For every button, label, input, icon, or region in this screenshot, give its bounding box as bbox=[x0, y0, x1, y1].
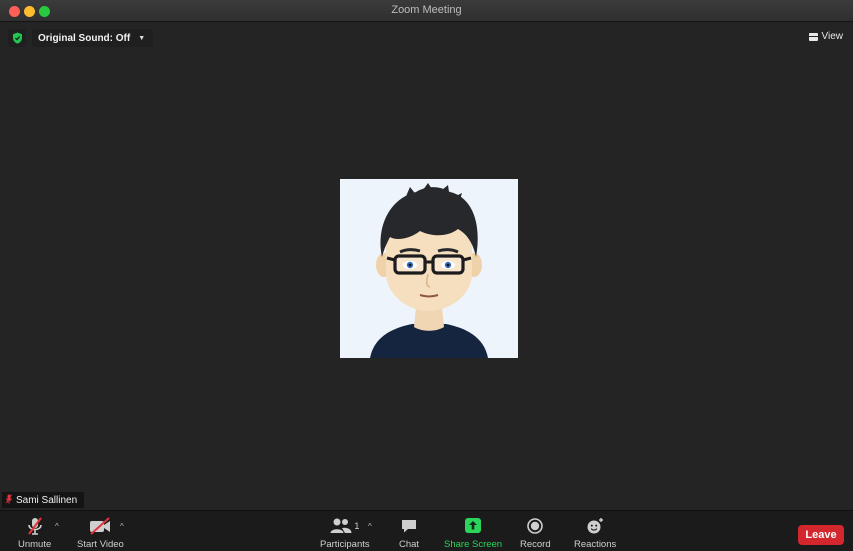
original-sound-label: Original Sound: Off bbox=[38, 32, 131, 44]
zoom-window: Zoom Meeting Original Sound: Off ▼ View bbox=[0, 0, 853, 551]
people-icon: 1 bbox=[330, 516, 359, 536]
original-sound-menu[interactable]: Original Sound: Off ▼ bbox=[32, 29, 154, 47]
share-screen-button[interactable]: Share Screen bbox=[444, 516, 502, 550]
participant-name: Sami Sallinen bbox=[16, 494, 78, 506]
participant-avatar bbox=[340, 179, 518, 358]
chevron-up-icon: ^ bbox=[120, 522, 124, 531]
record-button[interactable]: Record bbox=[520, 516, 551, 550]
chevron-down-icon: ▼ bbox=[138, 34, 146, 42]
emoji-plus-icon bbox=[585, 516, 605, 536]
shield-check-icon[interactable] bbox=[8, 29, 26, 47]
share-screen-arrow-icon bbox=[463, 516, 483, 536]
leave-button[interactable]: Leave bbox=[798, 525, 844, 545]
reactions-label: Reactions bbox=[574, 539, 617, 550]
video-off-icon bbox=[88, 516, 112, 536]
meeting-toolbar: Unmute ^ Start Video ^ 1 Participants ^ … bbox=[0, 510, 853, 551]
muted-microphone-icon bbox=[6, 493, 12, 507]
record-icon bbox=[526, 516, 544, 536]
unmute-label: Unmute bbox=[18, 539, 52, 550]
meeting-info-bar: Original Sound: Off ▼ bbox=[8, 29, 154, 47]
view-button[interactable]: View bbox=[808, 31, 844, 42]
chat-bubble-icon bbox=[400, 516, 418, 536]
participant-name-tag: Sami Sallinen bbox=[2, 492, 85, 508]
share-screen-label: Share Screen bbox=[444, 539, 503, 550]
view-label: View bbox=[821, 31, 844, 42]
record-label: Record bbox=[520, 539, 551, 550]
title-bar: Zoom Meeting bbox=[0, 0, 853, 22]
reactions-button[interactable]: Reactions bbox=[574, 516, 616, 550]
chevron-up-icon: ^ bbox=[55, 522, 59, 531]
chat-label: Chat bbox=[399, 539, 420, 550]
unmute-button[interactable]: Unmute bbox=[18, 516, 51, 550]
participants-label: Participants bbox=[320, 539, 370, 550]
meeting-stage: Original Sound: Off ▼ View Sami Sallinen bbox=[0, 23, 853, 510]
window-title: Zoom Meeting bbox=[391, 4, 462, 16]
participants-button[interactable]: 1 Participants bbox=[320, 516, 370, 550]
start-video-button[interactable]: Start Video bbox=[77, 516, 124, 550]
grid-view-icon bbox=[808, 32, 818, 41]
muted-microphone-icon bbox=[25, 516, 45, 536]
chevron-up-icon: ^ bbox=[368, 522, 372, 531]
participants-count: 1 bbox=[354, 521, 360, 531]
chat-button[interactable]: Chat bbox=[399, 516, 419, 550]
start-video-label: Start Video bbox=[77, 539, 124, 550]
